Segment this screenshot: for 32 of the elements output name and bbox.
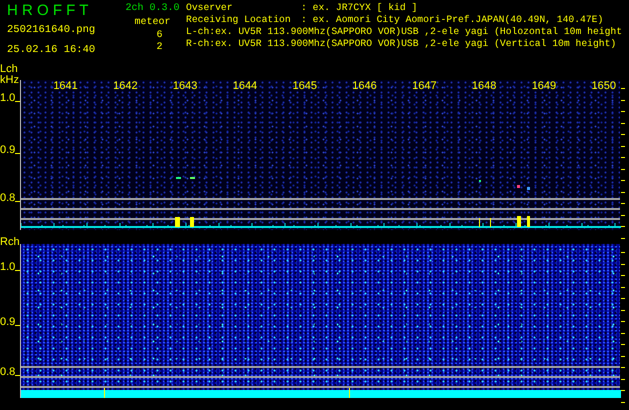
- version-label: 2ch 0.3.0: [125, 2, 180, 16]
- channel-label: Rch: [0, 237, 20, 248]
- axis-label: 1.0: [0, 261, 16, 273]
- frequency-label: 1649: [530, 80, 558, 92]
- frequency-label: 1648: [470, 80, 498, 92]
- frequency-label: 1644: [232, 80, 258, 92]
- frequency-label: 1650: [590, 80, 617, 92]
- frequency-label: 1641: [52, 80, 79, 92]
- frequency-label: 1646: [351, 80, 378, 92]
- axis-label: 0.9: [0, 316, 16, 328]
- date-time: 25.02.16 16:40: [7, 43, 96, 57]
- axis-label: 0.9: [0, 144, 16, 156]
- axis-label: 1.0: [0, 92, 16, 104]
- axis-label: 0.8: [0, 192, 16, 204]
- frequency-label: 1647: [411, 80, 438, 92]
- info-label: Ovserver: [186, 2, 234, 14]
- frequency-label: 1642: [112, 80, 139, 92]
- channel-label: Lch: [0, 64, 19, 75]
- frequency-label: 1645: [292, 80, 318, 92]
- info-value: : ex. Aomori City Aomori-Pref.JAPAN(40.49N, 140.47E): [301, 14, 604, 26]
- info-value: : ex. JR7CYX [ kid ]: [301, 2, 418, 14]
- unit-label: kHz: [0, 75, 20, 86]
- axis-label: 0.8: [0, 366, 16, 378]
- frequency-label: 1643: [172, 80, 198, 92]
- info-label: Receiving Location: [186, 14, 292, 26]
- channel-info: R-ch:ex. UV5R 113.900Mhz(SAPPORO VOR)USB ,2-ele yagi (Vertical 10m height): [186, 38, 616, 50]
- channel-info: L-ch:ex. UV5R 113.900Mhz(SAPPORO VOR)USB ,2-ele yagi (Holozontal 10m height: [186, 26, 622, 38]
- app-title: H R O F F T: [7, 2, 90, 19]
- meteor-label: meteor: [134, 16, 170, 30]
- meteor-count: 6: [155, 30, 162, 42]
- meteor-count: 2: [155, 42, 162, 54]
- file-name: 2502161640.png: [7, 23, 96, 37]
